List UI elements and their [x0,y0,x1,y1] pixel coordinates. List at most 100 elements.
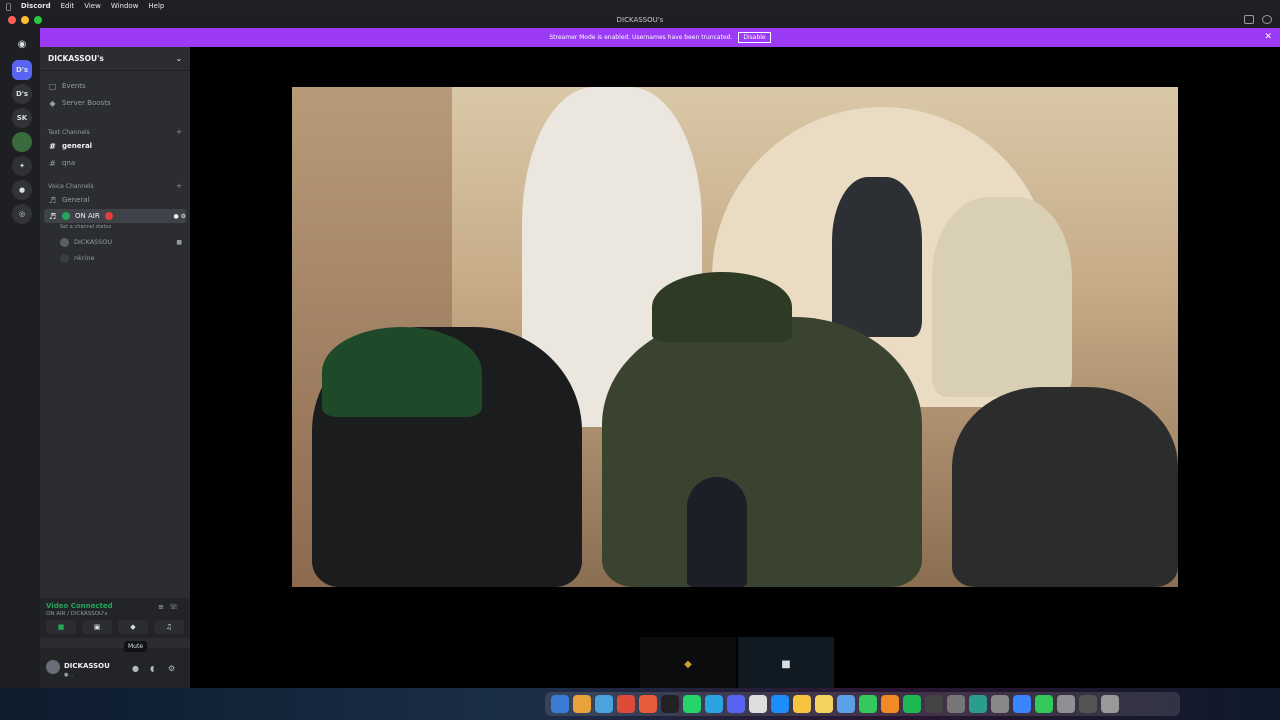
speaker-icon: ♬ [48,195,57,205]
inbox-icon[interactable] [1244,15,1254,24]
finder-icon[interactable] [551,695,569,713]
menu-window[interactable]: Window [111,2,139,10]
server-icon-4[interactable] [12,132,32,152]
server-ds[interactable]: D's [12,84,32,104]
hashtag-icon: # [49,141,56,151]
apple-icon[interactable]:  [6,2,11,11]
menu-edit[interactable]: Edit [61,2,75,10]
discord-icon[interactable] [727,695,745,713]
preview-icon[interactable] [837,695,855,713]
voice-channel-on-air[interactable]: ♬ ON AIR ● ⚙ [44,209,186,223]
voice-channels-category[interactable]: Voice Channels + [48,179,182,193]
menu-view[interactable]: View [84,2,101,10]
chevron-down-icon: ⌄ [175,54,182,63]
microphone [687,477,747,587]
app-icon[interactable] [991,695,1009,713]
activity-button[interactable]: ◆ [118,620,148,634]
text-channels-category[interactable]: Text Channels + [48,125,182,139]
person-seated-back [832,177,922,337]
gear-icon[interactable]: ⚙ [168,664,175,673]
channel-general[interactable]: # general [48,139,182,153]
stickies-icon[interactable] [815,695,833,713]
screen-share-button[interactable]: ▣ [82,620,112,634]
boost-icon: ◆ [49,98,56,108]
avatar [60,237,69,247]
channel-qna[interactable]: # qna [48,156,182,170]
disable-button[interactable]: Disable [738,32,771,43]
safari-icon[interactable] [595,695,613,713]
headphones-icon[interactable]: ◖ [150,664,154,673]
numbers-icon[interactable] [859,695,877,713]
close-window-button[interactable] [8,16,16,24]
server-icon-5[interactable]: ✦ [12,156,32,176]
person-center [602,317,922,587]
add-channel-icon[interactable]: + [176,182,182,190]
app-icon[interactable] [1079,695,1097,713]
server-boosts-item[interactable]: ◆ Server Boosts [48,96,182,110]
whatsapp-icon[interactable] [683,695,701,713]
streamer-mode-banner: Streamer Mode is enabled. Usernames have… [40,28,1280,47]
user-name[interactable]: DICKASSOU [64,662,110,670]
calendar-icon: □ [48,81,57,91]
voice-channel-info[interactable]: ON AIR / DICKASSOU's [46,611,107,617]
video-stream[interactable] [292,87,1178,587]
app-icon[interactable] [1013,695,1031,713]
system-settings-icon[interactable] [1057,695,1075,713]
facetime-icon[interactable] [1035,695,1053,713]
server-dickassou[interactable]: D's [12,60,32,80]
trash-icon[interactable] [1101,695,1119,713]
voice-member[interactable]: nkrine [60,252,182,264]
telegram-icon[interactable] [705,695,723,713]
notes-icon[interactable] [749,695,767,713]
voice-member[interactable]: DICKASSOU ■ [60,236,182,248]
disconnect-icon[interactable]: ☏ [169,603,178,611]
brave-icon[interactable] [639,695,657,713]
soundboard-button[interactable]: ♫ [154,620,184,634]
window-title: DICKASSOU's [616,16,664,24]
discord-home-icon[interactable]: ◉ [12,34,32,54]
avatar[interactable] [46,660,60,674]
chrome-icon[interactable] [617,695,635,713]
channel-status[interactable]: Set a channel status [60,224,111,230]
add-server-icon[interactable]: ● [12,180,32,200]
banner-text: Streamer Mode is enabled. Usernames have… [549,34,733,41]
noise-suppression-icon[interactable]: ≡ [158,603,164,611]
menu-app-name[interactable]: Discord [21,2,51,10]
events-item[interactable]: □ Events [48,79,182,93]
microphone-icon[interactable]: ● [132,664,139,673]
spotify-icon[interactable] [903,695,921,713]
center-cap [652,272,792,342]
participant-tile[interactable]: ◆ [640,637,736,692]
zoom-window-button[interactable] [34,16,42,24]
add-channel-icon[interactable]: + [176,128,182,136]
launchpad-icon[interactable] [573,695,591,713]
server-sk[interactable]: SK [12,108,32,128]
app-icon[interactable] [925,695,943,713]
member-name: DICKASSOU [74,238,113,246]
avatar [60,253,69,263]
app-icon[interactable] [969,695,987,713]
pages-icon[interactable] [881,695,899,713]
green-cap [322,327,482,417]
close-icon[interactable]: ✕ [1264,32,1272,42]
channel-actions-icon[interactable]: ● ⚙ [173,213,186,220]
server-list: ◉ D's D's SK ✦ ● ◎ [0,28,40,688]
dock-bar [545,692,1180,716]
minimize-window-button[interactable] [21,16,29,24]
channel-sidebar: DICKASSOU's ⌄ □ Events ◆ Server Boosts T… [40,47,190,688]
app-store-icon[interactable] [771,695,789,713]
app-icon[interactable] [947,695,965,713]
threads-icon[interactable] [661,695,679,713]
voice-channel-general[interactable]: ♬ General [48,193,182,207]
camera-button[interactable]: ■ [46,620,76,634]
notes-yellow-icon[interactable] [793,695,811,713]
server-avatar-icon: ◆ [684,659,692,670]
explore-icon[interactable]: ◎ [12,204,32,224]
boosts-label: Server Boosts [62,99,111,107]
help-icon[interactable] [1262,15,1272,24]
speaker-icon: ♬ [48,211,57,221]
voice-status[interactable]: Video Connected [46,602,113,610]
server-header[interactable]: DICKASSOU's ⌄ [40,47,190,71]
menu-help[interactable]: Help [148,2,164,10]
participant-tile[interactable]: ■ [738,637,834,692]
